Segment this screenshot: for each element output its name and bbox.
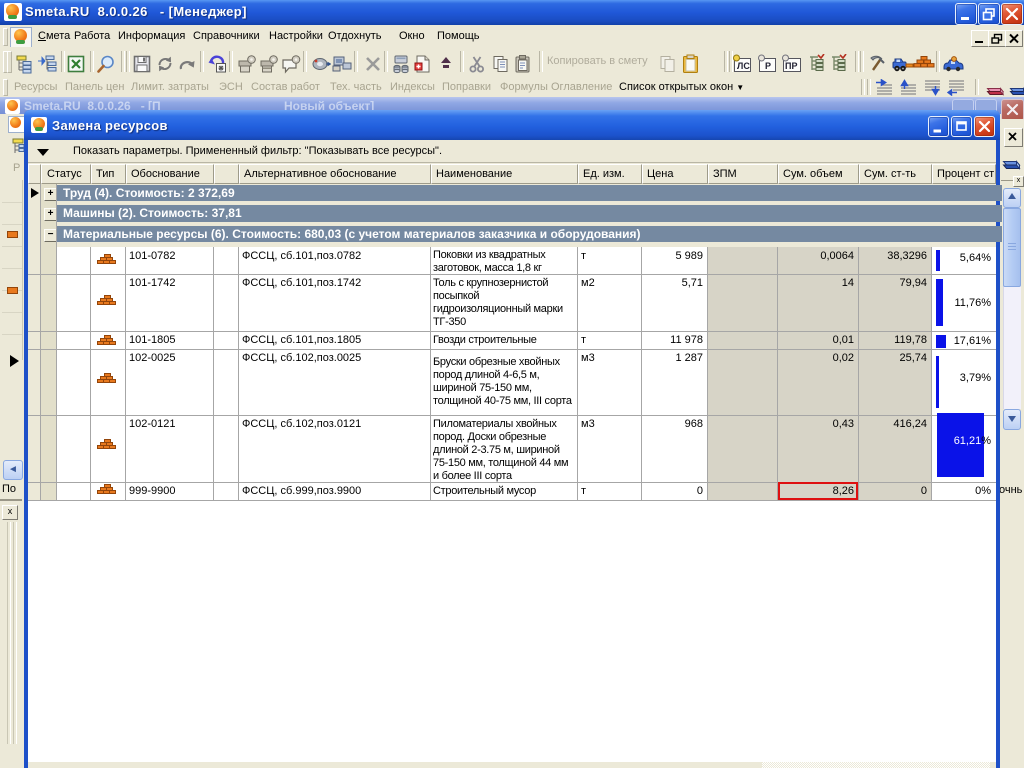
svg-text:ПР: ПР bbox=[785, 61, 797, 71]
svg-text:Р: Р bbox=[765, 61, 771, 71]
svg-text:ЛС: ЛС bbox=[737, 61, 750, 71]
